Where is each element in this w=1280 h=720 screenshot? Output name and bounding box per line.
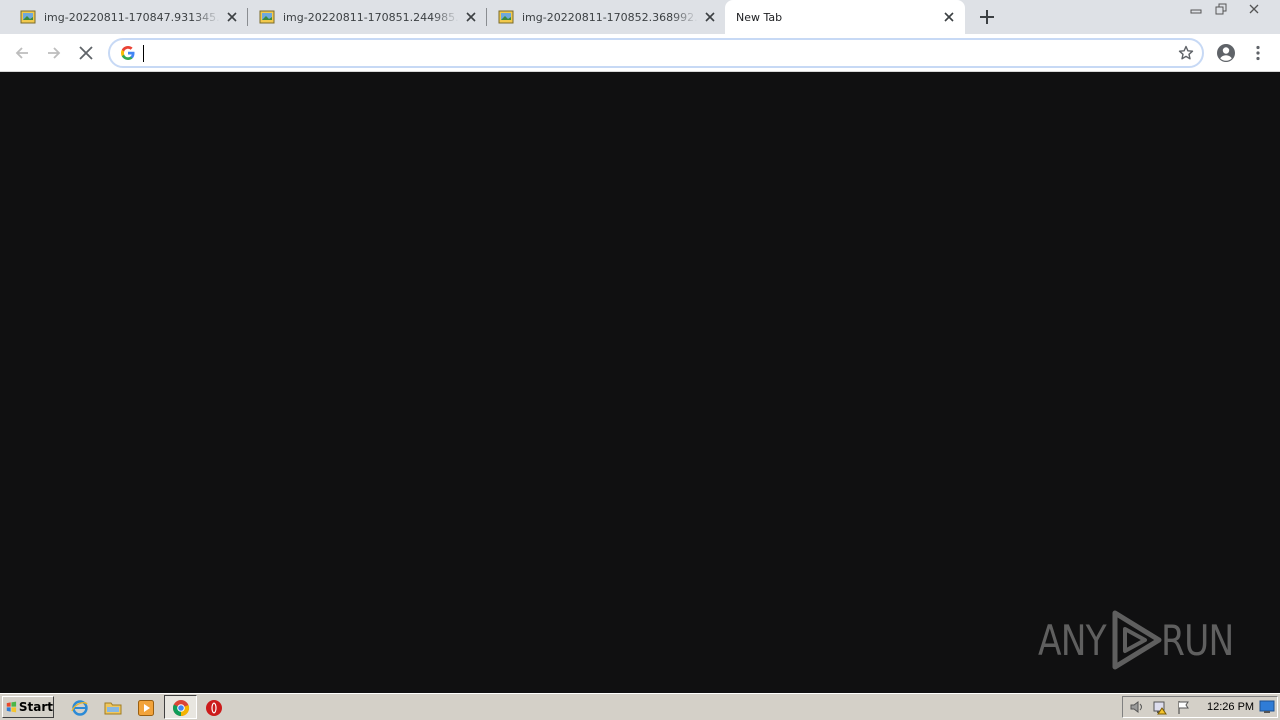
- windows-taskbar: Start 12:26 PM: [0, 693, 1280, 720]
- opera-icon[interactable]: [204, 698, 224, 718]
- file-explorer-icon[interactable]: [103, 698, 123, 718]
- tab-title: img-20220811-170851.244985.png: [283, 10, 459, 24]
- media-player-icon[interactable]: [136, 698, 156, 718]
- tab-close-icon[interactable]: [702, 9, 718, 25]
- page-viewport: [0, 72, 1280, 693]
- play-logo-icon: [1112, 610, 1162, 670]
- menu-button[interactable]: [1246, 41, 1270, 65]
- forward-button[interactable]: [42, 41, 66, 65]
- chrome-icon[interactable]: [171, 698, 191, 718]
- image-file-icon: [259, 9, 275, 25]
- anyrun-watermark: ANY RUN: [1038, 608, 1249, 672]
- arrow-left-icon: [15, 47, 28, 59]
- tab-close-icon[interactable]: [941, 9, 957, 25]
- action-center-flag-icon[interactable]: [1176, 699, 1192, 715]
- omnibox-input[interactable]: [142, 43, 1142, 63]
- windows-flag-icon: [6, 701, 17, 713]
- profile-button[interactable]: [1214, 41, 1238, 65]
- arrow-right-icon: [48, 47, 61, 59]
- back-button[interactable]: [10, 41, 34, 65]
- account-circle-icon: [1217, 44, 1235, 62]
- system-tray: 12:26 PM: [1122, 696, 1278, 718]
- tab-3[interactable]: img-20220811-170852.368992.png: [478, 0, 726, 34]
- plus-icon: [980, 10, 994, 24]
- address-bar[interactable]: [108, 38, 1204, 68]
- network-warning-icon[interactable]: [1152, 699, 1168, 715]
- tab-close-icon[interactable]: [463, 9, 479, 25]
- tab-title: New Tab: [736, 10, 783, 24]
- restore-icon: [1215, 3, 1227, 15]
- tab-1[interactable]: img-20220811-170847.931345.png: [0, 0, 248, 34]
- start-label: Start: [18, 700, 53, 714]
- clock[interactable]: 12:26 PM: [1207, 701, 1254, 713]
- restore-button[interactable]: [1209, 0, 1233, 18]
- browser-toolbar: [0, 34, 1280, 72]
- google-icon: [120, 45, 136, 61]
- image-file-icon: [498, 9, 514, 25]
- tab-close-icon[interactable]: [224, 9, 240, 25]
- close-icon: [79, 46, 93, 60]
- close-icon: [1249, 4, 1259, 14]
- volume-icon[interactable]: [1129, 699, 1145, 715]
- stop-loading-button[interactable]: [74, 41, 98, 65]
- minimize-button[interactable]: [1183, 0, 1209, 18]
- tab-2[interactable]: img-20220811-170851.244985.png: [239, 0, 487, 34]
- tab-strip: img-20220811-170847.931345.png img-20220…: [0, 0, 1280, 34]
- tab-4-active[interactable]: New Tab: [725, 0, 965, 34]
- close-window-button[interactable]: [1233, 0, 1275, 18]
- text-caret: [143, 45, 144, 62]
- show-desktop-icon[interactable]: [1259, 699, 1275, 715]
- watermark-left: ANY: [1038, 615, 1107, 665]
- minimize-icon: [1190, 9, 1202, 14]
- tab-title: img-20220811-170847.931345.png: [44, 10, 220, 24]
- bookmark-star-icon[interactable]: [1178, 45, 1194, 61]
- tab-title: img-20220811-170852.368992.png: [522, 10, 698, 24]
- watermark-right: RUN: [1160, 615, 1234, 665]
- image-file-icon: [20, 9, 36, 25]
- new-tab-button[interactable]: [975, 5, 999, 29]
- more-vert-icon: [1256, 45, 1260, 61]
- internet-explorer-icon[interactable]: [70, 698, 90, 718]
- start-button[interactable]: Start: [2, 696, 54, 718]
